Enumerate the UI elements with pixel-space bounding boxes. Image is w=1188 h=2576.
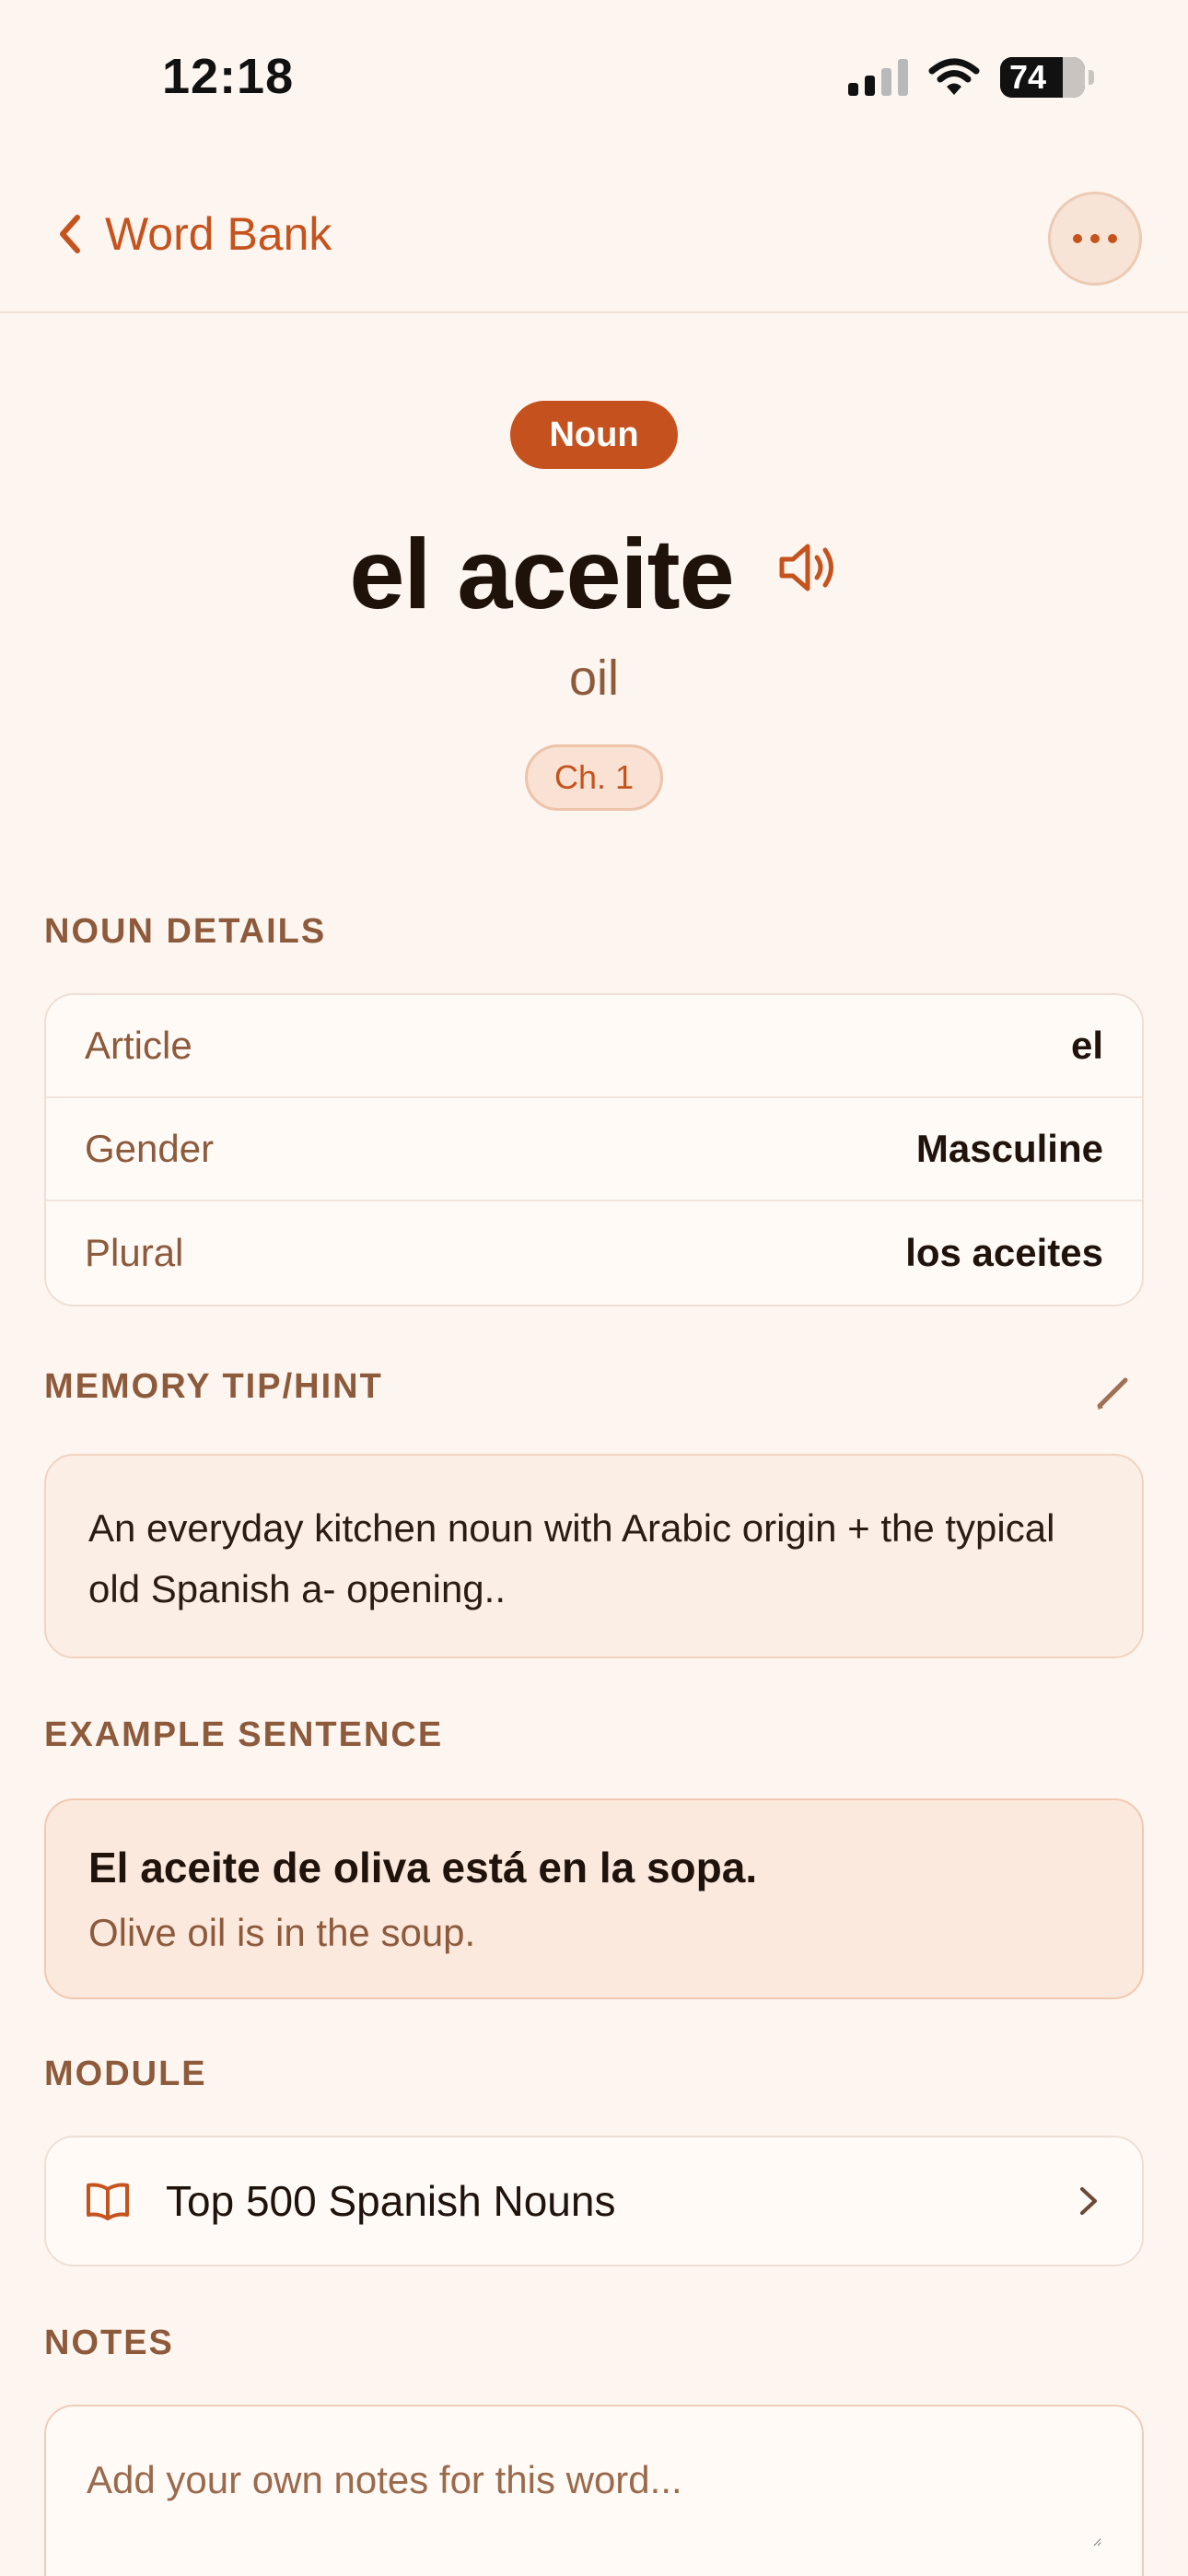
part-of-speech-badge: Noun <box>510 401 678 469</box>
notes-heading: NOTES <box>44 2324 174 2362</box>
more-dot <box>1090 234 1100 243</box>
more-dot <box>1108 234 1117 243</box>
detail-row-article: Article el <box>46 995 1142 1098</box>
status-icons: 74 <box>848 57 1094 98</box>
detail-row-gender: Gender Masculine <box>46 1098 1142 1201</box>
battery-icon: 74 <box>1000 57 1094 98</box>
detail-value: Masculine <box>915 1127 1103 1170</box>
more-options-button[interactable] <box>1048 192 1142 286</box>
word-title: el aceite <box>349 518 734 629</box>
detail-value: los aceites <box>905 1231 1103 1274</box>
example-spanish: El aceite de oliva está en la sopa. <box>88 1844 758 1891</box>
wifi-icon <box>928 58 980 95</box>
memory-tip-heading: MEMORY TIP/HINT <box>44 1367 383 1406</box>
detail-label: Plural <box>85 1231 184 1274</box>
word-translation: oil <box>568 650 620 706</box>
memory-tip-text: An everyday kitchen noun with Arabic ori… <box>88 1506 1055 1610</box>
notes-input[interactable] <box>87 2458 1101 2547</box>
example-sentence-heading: EXAMPLE SENTENCE <box>44 1715 444 1754</box>
noun-details-card: Article el Gender Masculine Plural los a… <box>44 993 1144 1306</box>
detail-label: Gender <box>85 1127 215 1170</box>
status-bar: 12:18 74 <box>0 0 1188 157</box>
chapter-chip: Ch. 1 <box>525 744 663 811</box>
speaker-icon[interactable] <box>775 535 839 600</box>
word-header: Noun <box>0 401 1188 469</box>
nav-bar: Word Bank <box>0 175 1188 313</box>
more-dot <box>1073 234 1082 243</box>
memory-tip-card: An everyday kitchen noun with Arabic ori… <box>44 1454 1144 1658</box>
detail-value: el <box>1070 1024 1103 1067</box>
battery-level: 74 <box>1009 58 1047 96</box>
detail-row-plural: Plural los aceites <box>46 1201 1142 1305</box>
pencil-edit-icon[interactable] <box>1090 1369 1136 1415</box>
cellular-signal-icon <box>848 59 908 96</box>
book-icon <box>87 2183 129 2220</box>
chevron-right-icon <box>1080 2187 1097 2215</box>
status-time: 12:18 <box>162 49 295 104</box>
example-english: Olive oil is in the soup. <box>88 1911 476 1954</box>
word-title-row: el aceite <box>0 516 1188 631</box>
back-button-label: Word Bank <box>105 208 332 260</box>
notes-card <box>44 2405 1144 2576</box>
detail-label: Article <box>85 1024 192 1067</box>
noun-details-heading: NOUN DETAILS <box>44 912 327 951</box>
module-title: Top 500 Spanish Nouns <box>166 2177 616 2225</box>
back-button[interactable]: Word Bank <box>55 207 332 261</box>
example-sentence-card: El aceite de oliva está en la sopa. Oliv… <box>44 1798 1144 1999</box>
module-heading: MODULE <box>44 2055 207 2093</box>
chevron-left-icon <box>60 215 80 253</box>
module-link[interactable]: Top 500 Spanish Nouns <box>44 2136 1144 2266</box>
